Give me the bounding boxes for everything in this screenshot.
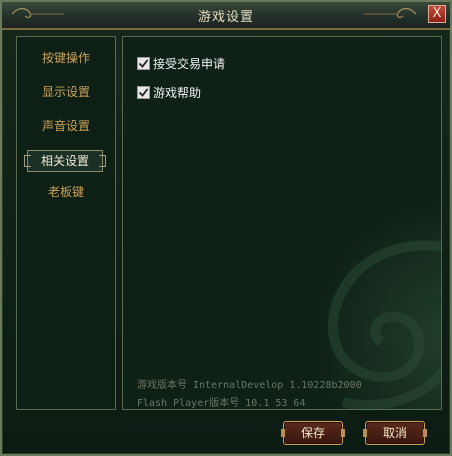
game-version-text: 游戏版本号 InternalDevelop 1.10228b2000 [137,380,362,391]
game-settings-dialog: 游戏设置 X 按键操作 显示设置 声音设置 相关设置 老板键 接受交易申请 游戏… [0,0,452,456]
sidebar-item-label: 相关设置 [40,154,89,168]
title-ornament-right-icon [364,8,417,19]
flash-player-version-text: Flash Player版本号 10.1 53 64 [137,398,306,409]
sidebar-item-boss-key[interactable]: 老板键 [17,181,115,203]
sidebar-item-sound-settings[interactable]: 声音设置 [17,115,115,137]
sidebar-item-key-operation[interactable]: 按键操作 [17,47,115,69]
settings-content-panel: 接受交易申请 游戏帮助 游戏版本号 InternalDevelop 1.1022… [122,36,442,410]
save-button-label: 保存 [300,426,325,440]
checkmark-icon [138,87,149,97]
sidebar-item-label: 声音设置 [41,119,90,133]
title-bar[interactable]: 游戏设置 X [2,2,450,30]
checkmark-icon [138,58,149,68]
game-help-option[interactable]: 游戏帮助 [137,84,201,100]
sidebar-item-display-settings[interactable]: 显示设置 [17,81,115,103]
sidebar-item-related-settings[interactable]: 相关设置 [24,150,106,172]
sidebar-item-label: 老板键 [47,185,84,199]
close-icon: X [432,6,442,21]
accept-trade-request-label: 接受交易申请 [153,56,226,71]
cancel-button[interactable]: 取消 [363,421,427,445]
accept-trade-request-option[interactable]: 接受交易申请 [137,55,225,71]
game-help-checkbox[interactable] [137,85,150,99]
sidebar-item-label: 按键操作 [41,51,90,65]
save-button[interactable]: 保存 [281,421,345,445]
cancel-button-label: 取消 [382,426,407,440]
sidebar-item-label: 显示设置 [41,85,90,99]
accept-trade-request-checkbox[interactable] [137,56,150,70]
game-help-label: 游戏帮助 [153,85,202,100]
settings-category-sidebar: 按键操作 显示设置 声音设置 相关设置 老板键 [16,36,116,410]
close-button[interactable]: X [428,5,446,23]
